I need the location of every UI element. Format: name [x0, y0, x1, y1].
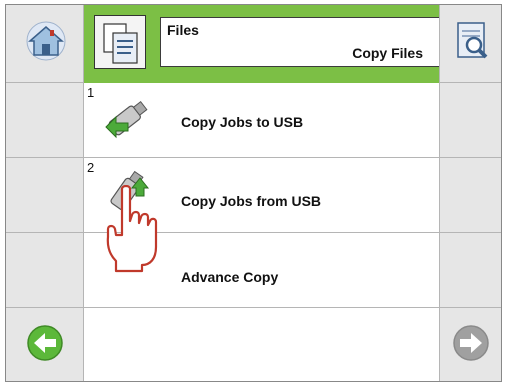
menu-item-label: Advance Copy	[181, 269, 279, 285]
back-button[interactable]	[6, 308, 84, 381]
left-side-cell	[6, 158, 84, 233]
item-number: 1	[87, 85, 95, 100]
page-title: Files	[167, 22, 199, 38]
menu-item-label: Copy Jobs from USB	[181, 193, 322, 209]
files-button[interactable]	[94, 15, 146, 69]
usb-export-icon	[102, 97, 152, 143]
documents-icon	[101, 21, 141, 65]
preview-button[interactable]	[439, 5, 501, 83]
empty-row	[84, 308, 439, 381]
left-side-cell	[6, 233, 84, 308]
next-button[interactable]	[439, 308, 501, 381]
home-button[interactable]	[6, 5, 84, 83]
touch-screen: Files Copy Files 1 Copy Jobs to USB 2 Co…	[5, 4, 502, 382]
right-side-cell	[439, 158, 501, 233]
right-side-cell	[439, 233, 501, 308]
house-icon	[24, 19, 68, 63]
menu-item-label: Copy Jobs to USB	[181, 114, 304, 130]
right-arrow-icon	[452, 324, 490, 362]
left-arrow-icon	[26, 324, 64, 362]
page-subtitle: Copy Files	[352, 45, 423, 61]
header-bar: Files Copy Files	[84, 5, 444, 83]
menu-item-copy-jobs-to-usb[interactable]: 1 Copy Jobs to USB	[84, 83, 439, 158]
left-side-cell	[6, 83, 84, 158]
magnifier-document-icon	[452, 19, 492, 65]
title-box: Files Copy Files	[160, 17, 444, 67]
pointing-hand-icon	[106, 185, 158, 273]
item-number: 2	[87, 160, 95, 175]
right-side-cell	[439, 83, 501, 158]
